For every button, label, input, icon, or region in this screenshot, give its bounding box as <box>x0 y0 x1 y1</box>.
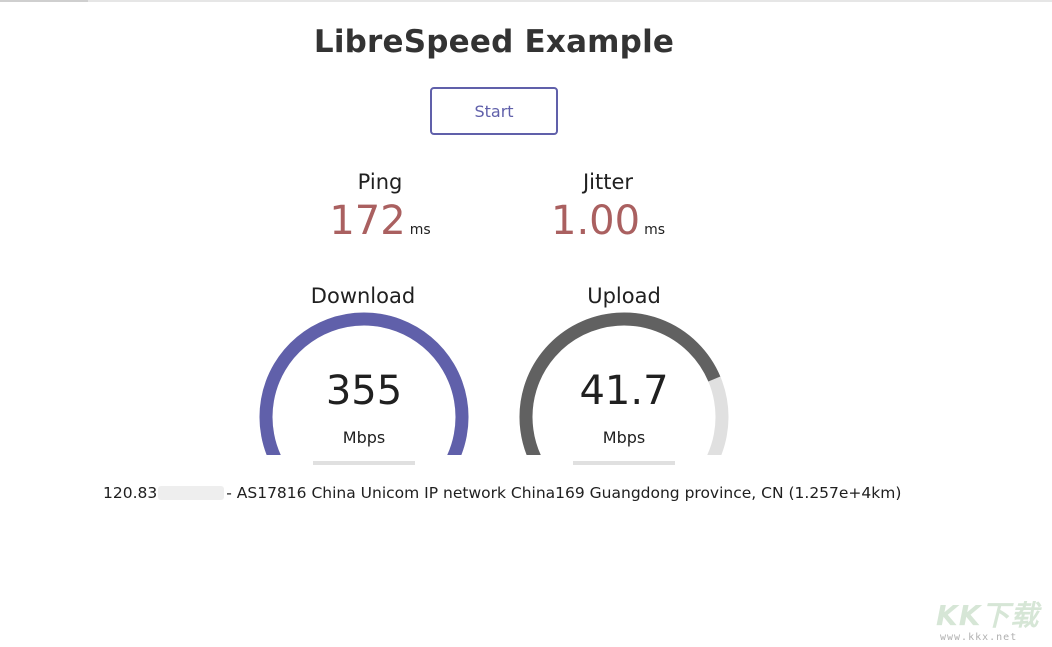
jitter-value: 1.00 <box>551 198 641 244</box>
ping-value-container: 172 ms <box>300 198 460 244</box>
page-title: LibreSpeed Example <box>313 24 675 60</box>
watermark: KK下载 www.kkx.net <box>936 594 1048 646</box>
jitter-label: Jitter <box>582 170 634 194</box>
download-progress-bar <box>313 461 415 465</box>
download-value: 355 <box>325 368 403 414</box>
upload-unit: Mbps <box>602 428 646 447</box>
ip-details: - AS17816 China Unicom IP network China1… <box>226 484 902 502</box>
top-border-accent <box>0 0 88 2</box>
ping-value: 172 <box>329 198 406 244</box>
jitter-unit: ms <box>644 222 665 238</box>
ping-unit: ms <box>409 222 431 238</box>
ip-redaction <box>158 486 225 500</box>
ip-prefix: 120.83 <box>103 484 158 502</box>
upload-progress-bar <box>573 461 675 465</box>
download-unit: Mbps <box>342 428 386 447</box>
ip-info: 120.83 - AS17816 China Unicom IP network… <box>103 484 901 502</box>
ping-label: Ping <box>357 170 403 194</box>
upload-value: 41.7 <box>579 368 669 414</box>
top-border <box>0 0 1052 2</box>
jitter-value-container: 1.00 ms <box>528 198 688 244</box>
watermark-url: www.kkx.net <box>940 632 1018 643</box>
watermark-logo: KK下载 <box>936 599 1040 632</box>
start-button[interactable]: Start <box>430 87 558 135</box>
